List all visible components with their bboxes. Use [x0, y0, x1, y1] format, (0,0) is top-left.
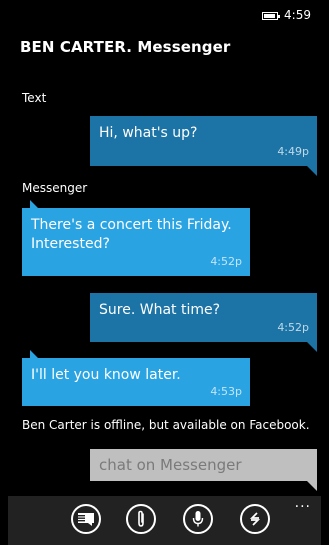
status-clock: 4:59	[284, 8, 311, 22]
bubble-tail	[307, 166, 317, 176]
status-bar: 4:59	[0, 0, 329, 30]
microphone-button[interactable]	[183, 504, 213, 534]
message-time: 4:49p	[277, 145, 309, 158]
offline-notice: Ben Carter is offline, but available on …	[22, 418, 310, 432]
message-input[interactable]	[90, 449, 317, 481]
battery-icon	[262, 12, 280, 20]
message-text: Hi, what's up?	[99, 125, 198, 141]
message-time: 4:52p	[210, 255, 242, 268]
attach-button[interactable]	[126, 504, 156, 534]
app-name: Messenger	[132, 38, 231, 56]
send-icon	[78, 513, 94, 526]
input-tail	[307, 481, 317, 491]
page-title: BEN CARTER. Messenger	[20, 38, 230, 56]
send-button[interactable]	[71, 504, 101, 534]
app-bar: ...	[8, 496, 321, 545]
messaging-screen: 4:59 BEN CARTER. Messenger Text Hi, what…	[0, 0, 329, 545]
message-bubble-received[interactable]: I'll let you know later. 4:53p	[22, 350, 250, 406]
bubble-tail	[30, 200, 38, 208]
bubble-tail	[30, 350, 38, 358]
more-options-icon[interactable]: ...	[295, 496, 311, 510]
message-text: Sure. What time?	[99, 302, 221, 318]
message-text: I'll let you know later.	[31, 367, 181, 383]
message-time: 4:53p	[210, 385, 242, 398]
message-bubble-sent[interactable]: Sure. What time? 4:52p	[90, 293, 317, 352]
section-label-messenger: Messenger	[22, 181, 88, 195]
message-bubble-received[interactable]: There's a concert this Friday. Intereste…	[22, 200, 250, 276]
switch-button[interactable]	[240, 504, 270, 534]
attach-icon	[138, 510, 144, 527]
message-time: 4:52p	[277, 321, 309, 334]
message-text: There's a concert this Friday. Intereste…	[31, 217, 232, 252]
section-label-text: Text	[22, 91, 47, 105]
switch-icon	[249, 512, 261, 526]
contact-name: BEN CARTER.	[20, 38, 133, 56]
bubble-tail	[307, 342, 317, 352]
message-bubble-sent[interactable]: Hi, what's up? 4:49p	[90, 116, 317, 176]
microphone-icon	[192, 511, 204, 527]
